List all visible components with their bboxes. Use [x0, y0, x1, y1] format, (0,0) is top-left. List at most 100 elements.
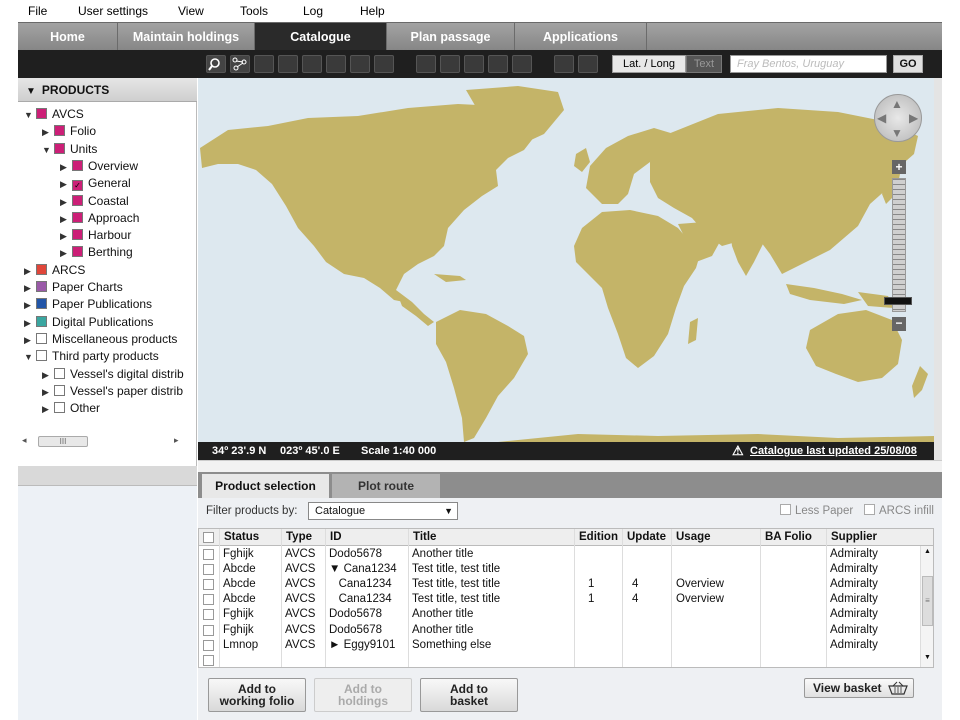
col-supplier[interactable]: Supplier: [826, 529, 920, 546]
tree-item-checkbox[interactable]: [72, 194, 83, 206]
tab-plan-passage[interactable]: Plan passage: [387, 23, 515, 51]
tree-item-checkbox[interactable]: [72, 159, 83, 171]
tree-item-checkbox[interactable]: [36, 315, 47, 327]
tab-home[interactable]: Home: [18, 23, 118, 51]
scroll-up-icon[interactable]: ▲: [924, 548, 931, 555]
zoom-search-button[interactable]: [206, 55, 226, 73]
tree-item[interactable]: ▶ Berthing: [60, 244, 133, 261]
tree-item-checkbox[interactable]: [54, 142, 65, 154]
row-checkbox[interactable]: [203, 654, 214, 666]
row-checkbox[interactable]: [203, 624, 214, 636]
col-ba-folio[interactable]: BA Folio: [760, 529, 826, 546]
table-row[interactable]: Fghijk AVCS Dodo5678 Another title Admiralty: [199, 547, 919, 562]
collapsed-triangle-icon[interactable]: ▶: [42, 124, 54, 141]
tree-item[interactable]: ▼ Units: [42, 141, 97, 158]
tree-item[interactable]: ▶ Harbour: [60, 227, 131, 244]
tree-item[interactable]: ▶ ARCS: [24, 262, 85, 279]
scroll-left-icon[interactable]: ◂: [22, 435, 27, 446]
row-checkbox[interactable]: [203, 579, 214, 591]
pan-up-icon[interactable]: ▲: [891, 97, 903, 111]
collapsed-triangle-icon[interactable]: ▶: [42, 401, 54, 418]
tab-applications[interactable]: Applications: [515, 23, 647, 51]
toolbar-button-15[interactable]: [578, 55, 598, 73]
menu-help[interactable]: Help: [360, 4, 385, 18]
toolbar-button-13[interactable]: [512, 55, 532, 73]
collapsed-triangle-icon[interactable]: ▶: [60, 228, 72, 245]
collapsed-triangle-icon[interactable]: ▶: [60, 194, 72, 211]
view-basket-button[interactable]: View basket: [804, 678, 914, 698]
less-paper-checkbox[interactable]: Less Paper: [780, 504, 853, 517]
route-tool-button[interactable]: [230, 55, 250, 73]
collapsed-triangle-icon[interactable]: ▶: [24, 315, 36, 332]
go-button[interactable]: GO: [893, 55, 923, 73]
collapsed-triangle-icon[interactable]: ▶: [24, 280, 36, 297]
toolbar-button-3[interactable]: [254, 55, 274, 73]
tab-catalogue[interactable]: Catalogue: [255, 23, 387, 51]
tree-item[interactable]: ▶ Vessel's digital distrib: [42, 366, 184, 383]
tree-item[interactable]: ▶ Miscellaneous products: [24, 331, 177, 348]
expanded-triangle-icon[interactable]: ▼: [24, 349, 36, 366]
tree-item-checkbox[interactable]: [72, 211, 83, 223]
products-header[interactable]: ▼ PRODUCTS: [18, 78, 197, 102]
toolbar-button-9[interactable]: [416, 55, 436, 73]
collapsed-triangle-icon[interactable]: ▶: [24, 332, 36, 349]
toolbar-button-5[interactable]: [302, 55, 322, 73]
col-edition[interactable]: Edition: [574, 529, 622, 546]
table-row[interactable]: Abcde AVCS Cana1234 Test title, test title…: [199, 592, 919, 607]
menu-log[interactable]: Log: [303, 4, 323, 18]
table-row[interactable]: Abcde AVCS Cana1234 Test title, test title…: [199, 577, 919, 592]
tree-item[interactable]: ▶ Overview: [60, 158, 138, 175]
table-row[interactable]: Fghijk AVCS Dodo5678 Another title Admiralty: [199, 623, 919, 638]
row-checkbox[interactable]: [203, 549, 214, 560]
toolbar-button-11[interactable]: [464, 55, 484, 73]
tree-item[interactable]: ▶ Other: [42, 400, 100, 417]
tree-item[interactable]: ▶ Paper Publications: [24, 296, 152, 313]
pan-down-icon[interactable]: ▼: [891, 126, 903, 140]
toolbar-button-14[interactable]: [554, 55, 574, 73]
row-checkbox[interactable]: [203, 594, 214, 606]
collapsed-triangle-icon[interactable]: ▶: [60, 245, 72, 262]
tree-horizontal-scrollbar[interactable]: ◂ III ▸: [22, 435, 192, 448]
pane-splitter[interactable]: [198, 460, 942, 472]
collapsed-triangle-icon[interactable]: ▶: [24, 297, 36, 314]
map-canvas[interactable]: [198, 78, 934, 442]
zoom-slider-thumb[interactable]: [884, 297, 912, 305]
scroll-thumb[interactable]: III: [38, 436, 88, 447]
tree-item[interactable]: ▼ Third party products: [24, 348, 159, 365]
zoom-out-button[interactable]: −: [892, 317, 906, 331]
tree-item[interactable]: ▶ Approach: [60, 210, 139, 227]
add-to-working-folio-button[interactable]: Add to working folio: [208, 678, 306, 712]
add-to-holdings-button[interactable]: Add to holdings: [314, 678, 412, 712]
row-checkbox[interactable]: [203, 609, 214, 621]
expanded-triangle-icon[interactable]: ▼: [42, 142, 54, 159]
tree-item[interactable]: ▶ Digital Publications: [24, 314, 153, 331]
menu-view[interactable]: View: [178, 4, 204, 18]
less-paper-box[interactable]: [780, 504, 791, 515]
table-row[interactable]: Fghijk AVCS Dodo5678 Another title Admiralty: [199, 607, 919, 622]
pan-left-icon[interactable]: ◀: [877, 111, 886, 125]
tree-item-checkbox[interactable]: [54, 367, 65, 379]
expanded-triangle-icon[interactable]: ▼: [24, 107, 36, 124]
col-title[interactable]: Title: [408, 529, 574, 546]
collapsed-triangle-icon[interactable]: ▶: [24, 263, 36, 280]
catalogue-updated-link[interactable]: Catalogue last updated 25/08/08: [750, 442, 917, 460]
tree-item-checkbox[interactable]: [54, 125, 65, 137]
toolbar-button-4[interactable]: [278, 55, 298, 73]
scroll-right-icon[interactable]: ▸: [174, 435, 179, 446]
table-row[interactable]: Abcde AVCS ▼ Cana1234 Test title, test titl…: [199, 562, 919, 577]
add-to-basket-button[interactable]: Add to basket: [420, 678, 518, 712]
toolbar-button-7[interactable]: [350, 55, 370, 73]
tree-item-checkbox[interactable]: [72, 246, 83, 258]
row-checkbox[interactable]: [203, 564, 214, 576]
tree-item[interactable]: ▶ Coastal: [60, 193, 129, 210]
tree-item-checkbox[interactable]: [36, 108, 47, 119]
tab-plot-route[interactable]: Plot route: [332, 474, 440, 498]
tree-item-checkbox[interactable]: [54, 384, 65, 396]
toolbar-button-6[interactable]: [326, 55, 346, 73]
collapsed-triangle-icon[interactable]: ▶: [60, 159, 72, 176]
map-pan-control[interactable]: ▲ ◀ ▶ ▼: [874, 94, 922, 142]
row-checkbox[interactable]: [203, 639, 214, 651]
tree-item[interactable]: ▶ ✓ General: [60, 175, 131, 192]
collapsed-triangle-icon[interactable]: ▶: [42, 367, 54, 384]
collapsed-triangle-icon[interactable]: ▶: [42, 384, 54, 401]
